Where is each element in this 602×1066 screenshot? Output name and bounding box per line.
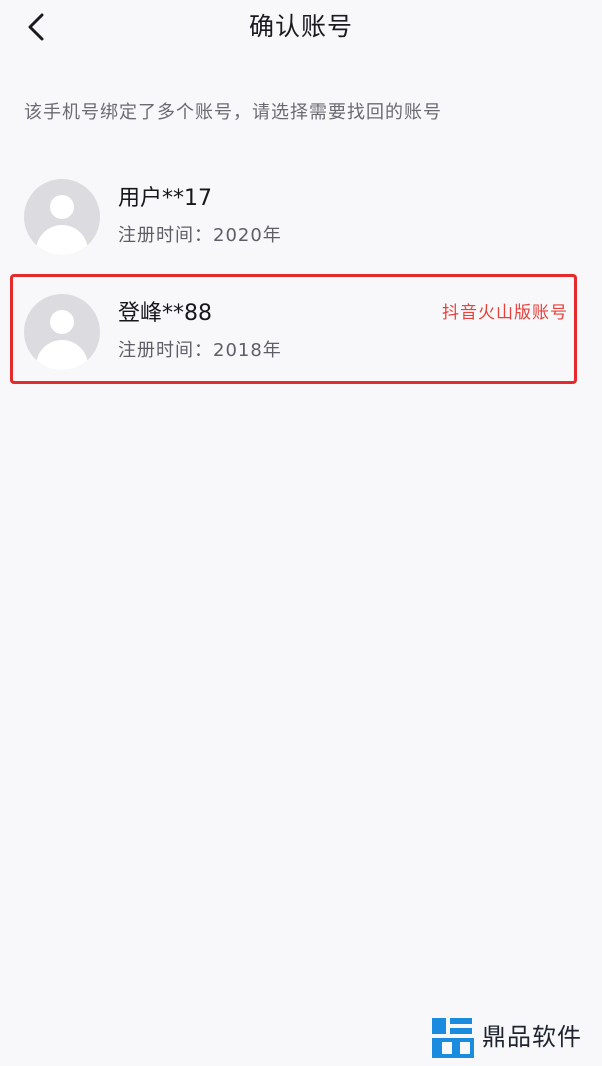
default-avatar-icon	[24, 179, 100, 255]
registration-time: 注册时间：2020年	[118, 225, 282, 246]
dingpin-logo-icon	[432, 1018, 474, 1058]
page-title: 确认账号	[248, 12, 353, 41]
watermark-text: 鼎品软件	[482, 1023, 582, 1051]
nav-bar: 确认账号	[0, 0, 602, 56]
highlight-annotation-box	[10, 274, 577, 384]
account-item-1[interactable]: 用户**17 注册时间：2020年	[0, 160, 602, 270]
account-name: 用户**17	[118, 186, 212, 211]
instruction-text: 该手机号绑定了多个账号，请选择需要找回的账号	[24, 102, 442, 123]
watermark: 鼎品软件	[430, 1014, 592, 1060]
